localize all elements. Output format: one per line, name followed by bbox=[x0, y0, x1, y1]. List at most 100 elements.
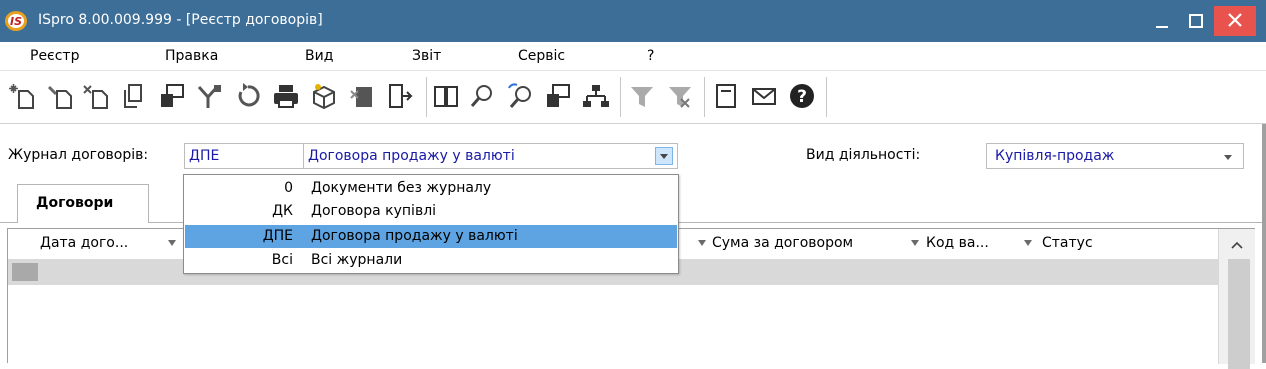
merge-button[interactable] bbox=[196, 82, 224, 110]
tab-contracts[interactable]: Договори bbox=[17, 184, 149, 223]
scroll-up-icon[interactable] bbox=[1229, 239, 1245, 251]
add-new-icon bbox=[9, 84, 34, 109]
activity-label: Вид діяльності: bbox=[806, 147, 921, 163]
minimize-button[interactable] bbox=[1145, 6, 1179, 36]
maximize-icon bbox=[1189, 14, 1203, 28]
export-icon bbox=[350, 87, 372, 107]
option-code: ДПЕ bbox=[262, 228, 293, 244]
dropdown-option-selected[interactable]: ДПЕ Договора продажу у валюті bbox=[185, 225, 677, 248]
form-icon bbox=[716, 84, 736, 108]
find-next-button[interactable] bbox=[506, 82, 534, 110]
column-currency-code[interactable]: Код ва... bbox=[926, 235, 989, 251]
svg-text:?: ? bbox=[797, 87, 807, 107]
toolbar-separator bbox=[826, 77, 827, 117]
option-code: ДК bbox=[272, 203, 293, 219]
copy-record-icon bbox=[47, 85, 72, 109]
toolbar-separator bbox=[704, 77, 705, 117]
sort-arrow-icon[interactable] bbox=[1024, 240, 1032, 246]
filter-button[interactable] bbox=[628, 82, 656, 110]
window-title: ISpro 8.00.009.999 - [Реєстр договорів] bbox=[38, 12, 323, 28]
sort-arrow-icon[interactable] bbox=[698, 240, 706, 246]
help-icon: ? bbox=[790, 84, 814, 108]
print-button[interactable] bbox=[272, 82, 300, 110]
form-button[interactable] bbox=[712, 82, 740, 110]
option-code: 0 bbox=[284, 180, 293, 196]
column-contract-date[interactable]: Дата дого... bbox=[40, 235, 128, 251]
column-contract-sum[interactable]: Сума за договором bbox=[712, 235, 853, 251]
vertical-scrollbar[interactable] bbox=[1218, 229, 1255, 369]
minimize-icon bbox=[1156, 26, 1168, 28]
document-link-button[interactable] bbox=[544, 82, 572, 110]
journal-label: Журнал договорів: bbox=[8, 147, 149, 163]
journal-dropdown-list: 0 Документи без журналу ДК Договора купі… bbox=[183, 174, 679, 274]
toolbar-separator bbox=[620, 77, 621, 117]
help-button[interactable]: ? bbox=[788, 82, 816, 110]
menu-registry[interactable]: Реєстр bbox=[30, 48, 79, 64]
chevron-down-icon bbox=[660, 154, 668, 159]
journal-name-combo[interactable]: Договора продажу у валюті bbox=[303, 143, 678, 169]
delete-record-icon bbox=[83, 85, 108, 109]
dropdown-option[interactable]: 0 Документи без журналу bbox=[185, 177, 677, 200]
package-icon bbox=[313, 84, 335, 110]
clear-filter-icon bbox=[669, 87, 691, 108]
toolbar-separator bbox=[426, 77, 427, 117]
copy-button[interactable] bbox=[46, 82, 74, 110]
option-code: Всі bbox=[271, 252, 293, 268]
edit-button[interactable] bbox=[158, 82, 186, 110]
activity-value: Купівля-продаж bbox=[995, 148, 1115, 164]
toolbar: ? bbox=[0, 71, 1266, 124]
chevron-down-icon bbox=[1224, 155, 1232, 160]
scrollbar-thumb[interactable] bbox=[1228, 259, 1250, 369]
sort-arrow-icon[interactable] bbox=[168, 240, 176, 246]
tree-structure-icon bbox=[583, 85, 609, 107]
menu-help[interactable]: ? bbox=[647, 48, 654, 64]
package-button[interactable] bbox=[310, 82, 338, 110]
open-journal-button[interactable] bbox=[386, 82, 414, 110]
delete-button[interactable] bbox=[82, 82, 110, 110]
column-status[interactable]: Статус bbox=[1042, 235, 1093, 251]
filter-icon bbox=[631, 87, 653, 107]
dropdown-option[interactable]: ДК Договора купівлі bbox=[185, 200, 677, 223]
duplicate-button[interactable] bbox=[120, 82, 148, 110]
title-bar: IS ISpro 8.00.009.999 - [Реєстр договорі… bbox=[0, 0, 1266, 42]
activity-combo[interactable]: Купівля-продаж bbox=[986, 143, 1244, 169]
clear-filter-button[interactable] bbox=[666, 82, 694, 110]
close-icon bbox=[1228, 13, 1242, 27]
print-icon bbox=[274, 85, 298, 108]
window-right-border bbox=[1262, 124, 1266, 363]
option-name: Всі журнали bbox=[311, 252, 403, 268]
menu-report[interactable]: Звіт bbox=[412, 48, 441, 64]
dropdown-option[interactable]: Всі Всі журнали bbox=[185, 249, 677, 272]
merge-icon bbox=[197, 85, 221, 108]
mail-icon bbox=[752, 88, 776, 105]
structure-button[interactable] bbox=[582, 82, 610, 110]
menu-view[interactable]: Вид bbox=[305, 48, 333, 64]
menu-bar: Реєстр Правка Вид Звіт Сервіс ? bbox=[0, 42, 1266, 71]
add-button[interactable] bbox=[8, 82, 36, 110]
search-icon bbox=[470, 85, 492, 107]
option-name: Договора купівлі bbox=[311, 203, 437, 219]
menu-service[interactable]: Сервіс bbox=[518, 48, 565, 64]
journal-code-field[interactable]: ДПЕ bbox=[184, 143, 304, 169]
sort-arrow-icon[interactable] bbox=[911, 240, 919, 246]
maximize-button[interactable] bbox=[1179, 6, 1213, 36]
refresh-icon bbox=[238, 83, 260, 107]
edit-document-icon bbox=[161, 84, 184, 107]
refresh-button[interactable] bbox=[234, 82, 262, 110]
menu-edit[interactable]: Правка bbox=[165, 48, 218, 64]
close-button[interactable] bbox=[1214, 6, 1256, 36]
export-button[interactable] bbox=[348, 82, 376, 110]
journal-name-value: Договора продажу у валюті bbox=[308, 148, 515, 164]
ispro-logo-icon: IS bbox=[5, 11, 27, 31]
book-icon bbox=[434, 86, 458, 107]
activity-dropdown-button[interactable] bbox=[1220, 149, 1238, 167]
book-button[interactable] bbox=[432, 82, 460, 110]
open-journal-icon bbox=[389, 84, 413, 108]
search-button[interactable] bbox=[468, 82, 496, 110]
row-indicator bbox=[12, 263, 38, 281]
mail-button[interactable] bbox=[750, 82, 778, 110]
option-name: Документи без журналу bbox=[311, 180, 492, 196]
find-next-icon bbox=[508, 83, 531, 108]
option-name: Договора продажу у валюті bbox=[311, 228, 518, 244]
journal-dropdown-button[interactable] bbox=[655, 147, 673, 165]
